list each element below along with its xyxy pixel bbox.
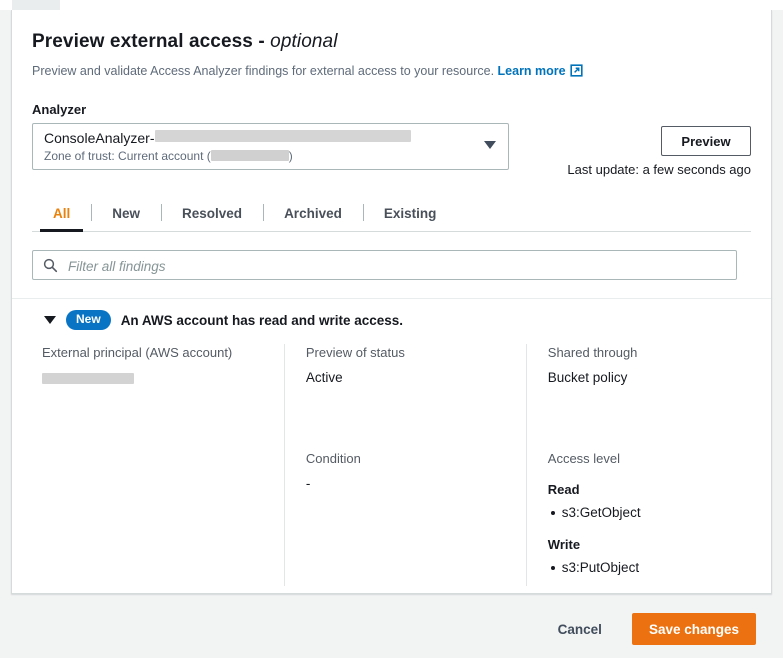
panel-description-text: Preview and validate Access Analyzer fin… <box>32 64 494 78</box>
external-principal-value-redaction <box>42 373 134 384</box>
external-link-icon <box>570 64 583 82</box>
condition-label: Condition <box>306 450 526 468</box>
list-item: s3:GetObject <box>562 503 751 523</box>
panel-description: Preview and validate Access Analyzer fin… <box>32 63 751 82</box>
external-principal-cell: External principal (AWS account) <box>42 344 284 436</box>
save-changes-button[interactable]: Save changes <box>632 613 756 645</box>
last-update-text: Last update: a few seconds ago <box>567 162 751 177</box>
finding-header[interactable]: New An AWS account has read and write ac… <box>32 299 751 330</box>
access-group-read-label: Read <box>548 482 751 497</box>
analyzer-id-redaction <box>155 130 411 142</box>
preview-external-access-panel: Preview external access - optional Previ… <box>11 10 772 594</box>
filter-findings-input[interactable] <box>66 251 730 281</box>
shared-through-value: Bucket policy <box>548 369 751 387</box>
tab-archived[interactable]: Archived <box>263 196 363 231</box>
access-group-write-label: Write <box>548 537 751 552</box>
page-title: Preview external access - optional <box>32 30 751 54</box>
cancel-button[interactable]: Cancel <box>554 616 606 643</box>
finding-item: New An AWS account has read and write ac… <box>12 298 771 586</box>
finding-details-row-secondary: Condition - Access level Read s3:GetObje… <box>32 436 751 586</box>
preview-button[interactable]: Preview <box>661 126 751 156</box>
page-title-optional: optional <box>270 31 337 52</box>
preview-status-cell: Preview of status Active <box>284 344 526 436</box>
analyzer-label: Analyzer <box>32 102 751 117</box>
tab-new[interactable]: New <box>91 196 161 231</box>
filter-section <box>12 232 771 280</box>
list-item: s3:PutObject <box>562 558 751 578</box>
shared-through-label: Shared through <box>548 344 751 362</box>
zone-of-trust-prefix: Zone of trust: Current account ( <box>44 149 211 163</box>
analyzer-select[interactable]: ConsoleAnalyzer- Zone of trust: Current … <box>32 123 509 170</box>
finding-details-row-primary: External principal (AWS account) Preview… <box>32 344 751 436</box>
analyzer-zone-of-trust: Zone of trust: Current account ( ) <box>44 148 474 164</box>
page-top-strip <box>0 0 783 10</box>
access-group-read-list: s3:GetObject <box>548 503 751 523</box>
access-group-write-list: s3:PutObject <box>548 558 751 578</box>
shared-through-cell: Shared through Bucket policy <box>526 344 751 436</box>
spacer-cell <box>42 436 284 586</box>
analyzer-selected-value: ConsoleAnalyzer- <box>44 129 474 147</box>
external-principal-label: External principal (AWS account) <box>42 344 264 362</box>
analyzer-selected-name: ConsoleAnalyzer- <box>44 130 155 146</box>
analyzer-section: Analyzer ConsoleAnalyzer- Zone of trust:… <box>12 102 771 170</box>
finding-title: An AWS account has read and write access… <box>121 313 403 328</box>
page-title-main: Preview external access - <box>32 31 270 52</box>
top-strip-tab-stub <box>12 0 60 10</box>
access-level-label: Access level <box>548 450 751 468</box>
tab-all[interactable]: All <box>32 196 91 231</box>
tab-resolved[interactable]: Resolved <box>161 196 263 231</box>
search-icon <box>43 258 58 276</box>
preview-status-label: Preview of status <box>306 344 526 362</box>
panel-header: Preview external access - optional Previ… <box>12 10 771 82</box>
tab-existing[interactable]: Existing <box>363 196 458 231</box>
findings-tabs: All New Resolved Archived Existing <box>12 196 771 232</box>
tabs-list: All New Resolved Archived Existing <box>32 196 751 232</box>
form-footer-actions: Cancel Save changes <box>0 600 783 658</box>
account-id-redaction <box>211 150 289 161</box>
chevron-down-icon[interactable] <box>484 141 496 149</box>
condition-value: - <box>306 475 526 493</box>
status-badge: New <box>66 310 111 330</box>
preview-status-value: Active <box>306 369 526 387</box>
zone-of-trust-suffix: ) <box>289 149 293 163</box>
condition-cell: Condition - <box>284 436 526 586</box>
access-level-cell: Access level Read s3:GetObject Write s3:… <box>526 436 751 586</box>
learn-more-label: Learn more <box>498 64 566 78</box>
triangle-down-icon[interactable] <box>44 316 56 324</box>
filter-findings-box[interactable] <box>32 250 737 280</box>
learn-more-link[interactable]: Learn more <box>498 64 566 78</box>
